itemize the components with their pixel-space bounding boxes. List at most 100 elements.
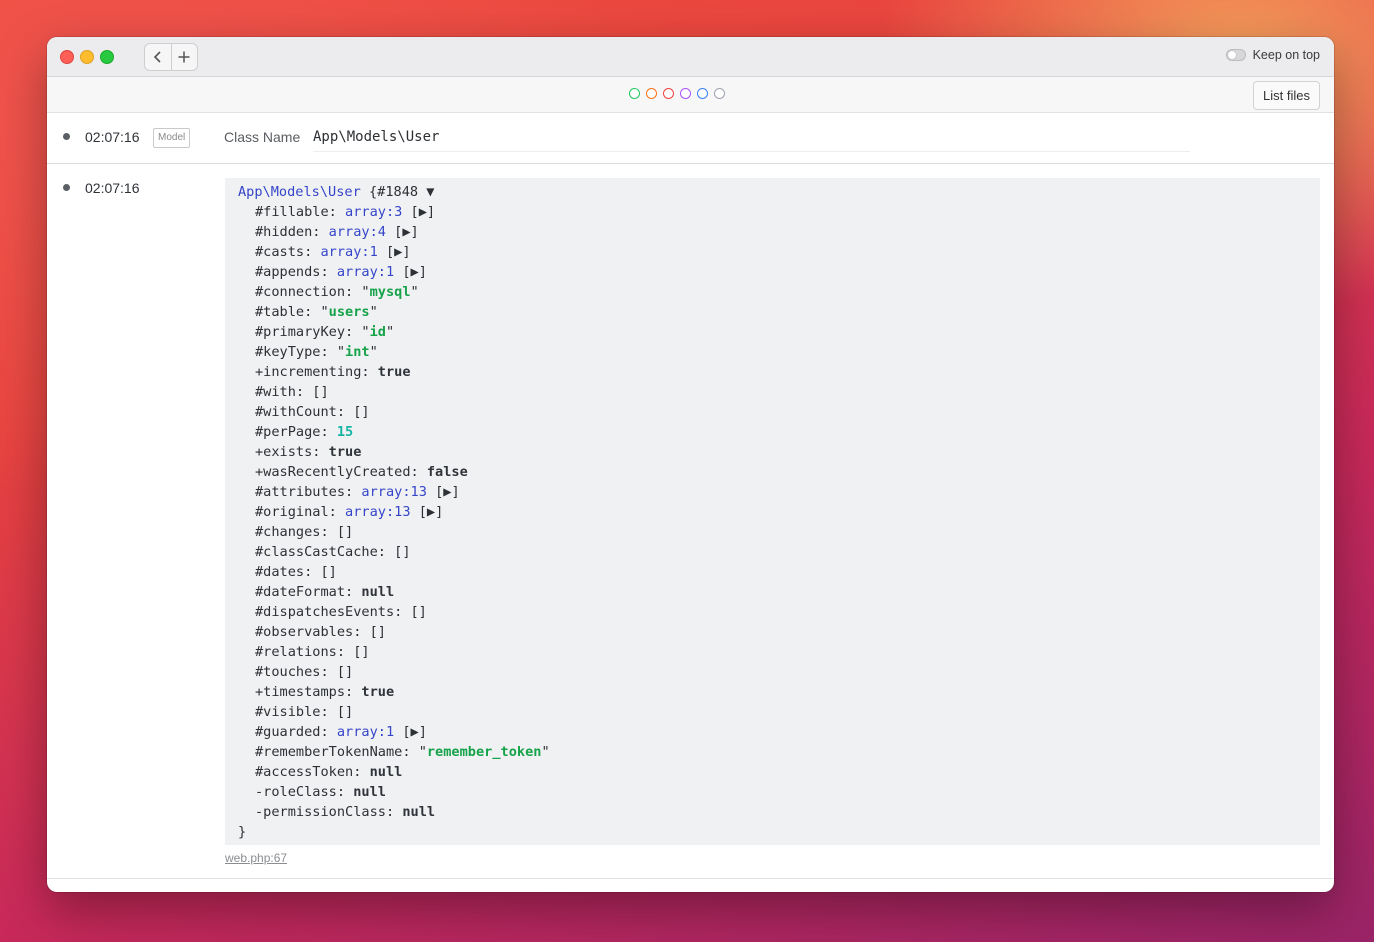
expand-toggle-icon[interactable]: [▶] [411,504,444,520]
property-key: #touches: [255,664,337,680]
property-key: +exists: [255,444,329,460]
collapse-toggle-icon[interactable]: ▼ [426,184,434,200]
dump-property: +exists: true [238,442,1320,462]
expand-toggle-icon[interactable]: [▶] [402,204,436,220]
dump-property: +incrementing: true [238,362,1320,382]
property-key: #observables: [255,624,370,640]
property-key: #original: [255,504,346,520]
zoom-window-button[interactable] [100,50,114,64]
property-key: #hidden: [255,224,329,240]
back-icon[interactable] [145,44,172,70]
property-key: #table: [255,304,321,320]
dump-property: #guarded: array:1 [▶] [238,722,1320,742]
expand-toggle-icon[interactable]: [▶] [386,224,419,240]
property-key: +incrementing: [255,364,378,380]
dump-property: #fillable: array:3 [▶] [238,202,1320,222]
property-key: -permissionClass: [255,804,403,820]
property-value[interactable]: array:1 [337,724,394,740]
property-key: #attributes: [255,484,362,500]
property-key: #keyType: [255,344,337,360]
list-files-button[interactable]: List files [1253,81,1320,110]
property-value: [] [353,404,370,420]
dump-property: #original: array:13 [▶] [238,502,1320,522]
property-key: #perPage: [255,424,337,440]
dump-property: #dates: [] [238,562,1320,582]
property-key: #connection: [255,284,362,300]
dump-property: +timestamps: true [238,682,1320,702]
expand-toggle-icon[interactable]: [▶] [378,244,411,260]
keep-on-top-control[interactable]: Keep on top [1225,48,1320,62]
expand-toggle-icon[interactable]: [▶] [427,484,460,500]
property-value: 15 [336,424,354,440]
property-key: #fillable: [255,204,346,220]
dump-property: -permissionClass: null [238,802,1320,822]
color-filter-dot[interactable] [629,88,640,99]
property-value[interactable]: array:1 [337,264,394,280]
color-filter-dot[interactable] [663,88,674,99]
entry-bullet [63,133,70,140]
color-filter-dot[interactable] [646,88,657,99]
property-key: #accessToken: [255,764,370,780]
log-entry: 02:07:16 App\Models\User {#1848 ▼ #filla… [47,164,1334,879]
property-key: #appends: [255,264,337,280]
log-entry: 02:07:16 Model Class Name App\Models\Use… [47,113,1334,164]
property-value: id [369,324,386,340]
property-value[interactable]: array:1 [320,244,377,260]
title-bar: Keep on top [47,37,1334,77]
property-value: null [369,764,403,780]
property-value: [] [320,564,337,580]
entry-time: 02:07:16 [85,180,140,196]
dump-property: #casts: array:1 [▶] [238,242,1320,262]
property-key: +timestamps: [255,684,362,700]
dump-property: #connection: "mysql" [255,284,419,300]
dump-property: #table: "users" [255,304,378,320]
property-value: false [426,464,468,480]
property-key: #with: [255,384,313,400]
dump-property: #with: [] [238,382,1320,402]
dump-class-name[interactable]: App\Models\User [238,184,361,200]
property-key: #changes: [255,524,337,540]
dump-object-id: {#1848 [368,184,419,200]
add-icon[interactable] [172,44,198,70]
property-value: [] [336,704,354,720]
color-filter-dot[interactable] [697,88,708,99]
expand-toggle-icon[interactable]: [▶] [394,264,427,280]
property-key: -roleClass: [255,784,354,800]
property-value[interactable]: array:4 [329,224,386,240]
dump-property: -roleClass: null [238,782,1320,802]
property-value: [] [369,624,386,640]
dump-property: #dateFormat: null [238,582,1320,602]
keep-on-top-toggle[interactable] [1225,49,1246,61]
property-value: [] [410,604,427,620]
expand-toggle-icon[interactable]: [▶] [394,724,427,740]
property-value: true [361,684,395,700]
property-key: #rememberTokenName: [255,744,419,760]
property-value: [] [312,384,329,400]
toolbar: List files [47,77,1334,113]
dump-property: #dispatchesEvents: [] [238,602,1320,622]
property-key: #guarded: [255,724,337,740]
entry-type-badge: Model [153,128,191,148]
dump-property: #touches: [] [238,662,1320,682]
property-value: null [353,784,386,800]
property-value[interactable]: array:3 [345,204,402,220]
dump-property: #withCount: [] [238,402,1320,422]
dump-property: #appends: array:1 [▶] [238,262,1320,282]
color-filter-dot[interactable] [714,88,725,99]
color-filter-dot[interactable] [680,88,691,99]
property-value: null [402,804,436,820]
property-value: true [328,444,362,460]
property-key: #relations: [255,644,354,660]
dump-property: #hidden: array:4 [▶] [238,222,1320,242]
dump-property: #relations: [] [238,642,1320,662]
dump-property: #attributes: array:13 [▶] [238,482,1320,502]
minimize-window-button[interactable] [80,50,94,64]
close-window-button[interactable] [60,50,74,64]
class-name-label: Class Name [224,129,301,145]
property-value[interactable]: array:13 [345,504,410,520]
property-value: null [361,584,395,600]
property-value: [] [353,644,370,660]
source-file-link[interactable]: web.php:67 [225,851,287,865]
dump-closing-brace: } [238,824,247,840]
property-value[interactable]: array:13 [361,484,426,500]
